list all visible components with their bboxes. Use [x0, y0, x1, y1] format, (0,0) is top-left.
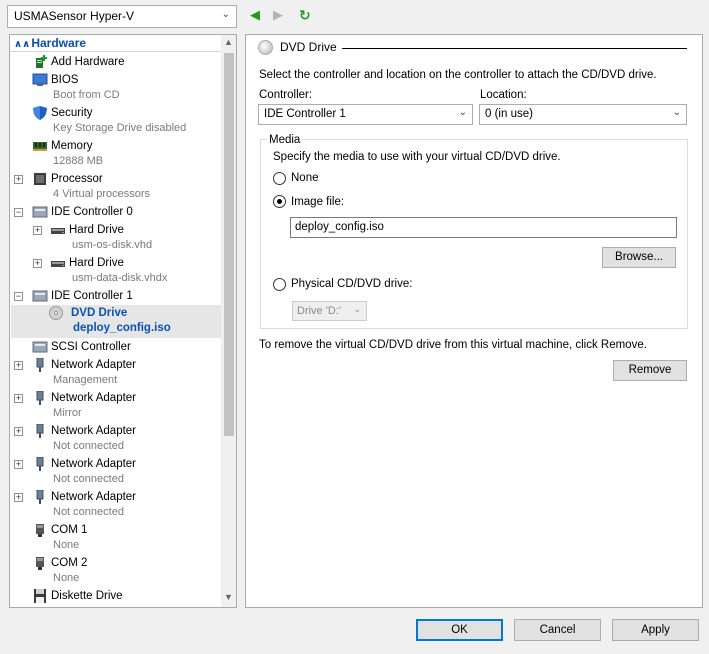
- chevron-down-icon: ⌄: [221, 9, 230, 20]
- media-instructions: Specify the media to use with your virtu…: [273, 151, 561, 163]
- scsi-controller-icon: [32, 341, 48, 353]
- scroll-up-icon[interactable]: ▲: [224, 37, 233, 47]
- tree-item-bios-detail: Boot from CD: [53, 89, 120, 101]
- ok-button[interactable]: OK: [416, 619, 503, 641]
- ide-controller-icon: [32, 206, 48, 218]
- tree-section-header[interactable]: ∧∧ Hardware: [10, 36, 222, 52]
- media-image-file-radio[interactable]: [273, 195, 286, 208]
- vm-selector[interactable]: USMASensor Hyper-V ⌄: [7, 5, 237, 28]
- media-none-label[interactable]: None: [291, 172, 319, 184]
- browse-button[interactable]: Browse...: [602, 247, 676, 268]
- expand-network-adapter-2-icon[interactable]: +: [14, 394, 23, 403]
- tree-section-label: Hardware: [31, 36, 87, 50]
- media-group-label: Media: [267, 134, 303, 146]
- shield-icon: [33, 106, 47, 120]
- location-select[interactable]: 0 (in use) ⌄: [479, 104, 687, 125]
- tree-item-network-adapter-5-detail: Not connected: [53, 506, 124, 518]
- dvd-drive-icon: [258, 40, 273, 56]
- title-divider: [342, 48, 687, 49]
- pane-title: DVD Drive: [258, 40, 337, 56]
- controller-label: Controller:: [259, 89, 313, 101]
- media-image-file-label[interactable]: Image file:: [291, 196, 344, 208]
- tree-item-com-1-detail: None: [53, 539, 80, 551]
- tree-scrollbar[interactable]: ▲ ▼: [221, 35, 236, 607]
- network-adapter-icon: [36, 391, 44, 405]
- scrollbar-thumb[interactable]: [224, 53, 234, 436]
- physical-drive-select: Drive 'D:' ⌄: [292, 301, 367, 321]
- tree-item-network-adapter-2-detail: Mirror: [53, 407, 82, 419]
- hard-drive-icon: [51, 261, 65, 267]
- tree-item-hard-drive-2-detail: usm-data-disk.vhdx: [72, 272, 168, 284]
- expand-network-adapter-3-icon[interactable]: +: [14, 427, 23, 436]
- com-port-icon: [36, 524, 44, 537]
- network-adapter-icon: [36, 424, 44, 438]
- expand-network-adapter-5-icon[interactable]: +: [14, 493, 23, 502]
- dvd-drive-icon: [49, 306, 63, 320]
- memory-icon: [33, 142, 47, 151]
- vm-name: USMASensor Hyper-V: [14, 9, 135, 23]
- chevron-down-icon: ⌄: [353, 304, 361, 314]
- expand-processor-icon[interactable]: +: [14, 175, 23, 184]
- network-adapter-icon: [36, 490, 44, 504]
- location-label: Location:: [480, 89, 527, 101]
- chevron-down-icon: ⌄: [672, 107, 681, 118]
- ide-controller-icon: [32, 290, 48, 302]
- tree-item-hard-drive-1-detail: usm-os-disk.vhd: [72, 239, 153, 251]
- expand-network-adapter-4-icon[interactable]: +: [14, 460, 23, 469]
- image-file-path-input[interactable]: deploy_config.iso: [290, 217, 677, 238]
- hard-drive-icon: [51, 228, 65, 234]
- network-adapter-icon: [36, 457, 44, 471]
- apply-button[interactable]: Apply: [612, 619, 699, 641]
- collapse-section-icon: ∧∧: [14, 39, 31, 50]
- remove-instructions: To remove the virtual CD/DVD drive from …: [259, 339, 647, 351]
- collapse-ide0-icon[interactable]: −: [14, 208, 23, 217]
- tree-item-com-2-detail: None: [53, 572, 80, 584]
- expand-network-adapter-1-icon[interactable]: +: [14, 361, 23, 370]
- refresh-icon[interactable]: ↻: [299, 8, 311, 22]
- collapse-ide1-icon[interactable]: −: [14, 292, 23, 301]
- scroll-down-icon[interactable]: ▼: [224, 592, 233, 602]
- tree-item-dvd-drive-detail: deploy_config.iso: [73, 322, 171, 334]
- media-physical-drive-label[interactable]: Physical CD/DVD drive:: [291, 278, 412, 290]
- tree-item-network-adapter-1-detail: Management: [53, 374, 118, 386]
- tree-item-network-adapter-4-detail: Not connected: [53, 473, 124, 485]
- diskette-icon: [34, 589, 46, 603]
- media-physical-drive-radio[interactable]: [273, 278, 286, 291]
- cancel-button[interactable]: Cancel: [514, 619, 601, 641]
- network-adapter-icon: [36, 358, 44, 372]
- chevron-down-icon: ⌄: [458, 107, 467, 118]
- processor-icon: [34, 173, 46, 185]
- media-none-radio[interactable]: [273, 172, 286, 185]
- com-port-icon: [36, 557, 44, 570]
- expand-hard-drive-1-icon[interactable]: +: [33, 226, 42, 235]
- tree-item-memory-detail: 12888 MB: [53, 155, 104, 167]
- tree-item-network-adapter-3-detail: Not connected: [53, 440, 124, 452]
- controller-instructions: Select the controller and location on th…: [259, 69, 657, 81]
- tree-item-security-detail: Key Storage Drive disabled: [53, 122, 187, 134]
- back-icon[interactable]: ◀: [250, 8, 260, 22]
- forward-icon: ▶: [273, 7, 283, 22]
- controller-select[interactable]: IDE Controller 1 ⌄: [258, 104, 473, 125]
- add-hardware-icon: [36, 55, 47, 68]
- bios-icon: [32, 73, 48, 86]
- settings-pane: DVD Drive Select the controller and loca…: [245, 34, 703, 608]
- expand-hard-drive-2-icon[interactable]: +: [33, 259, 42, 268]
- hardware-tree: ∧∧ Hardware Add Hardware BIOS Boot from …: [9, 34, 237, 608]
- tree-item-processor-detail: 4 Virtual processors: [53, 188, 151, 200]
- remove-button[interactable]: Remove: [613, 360, 687, 381]
